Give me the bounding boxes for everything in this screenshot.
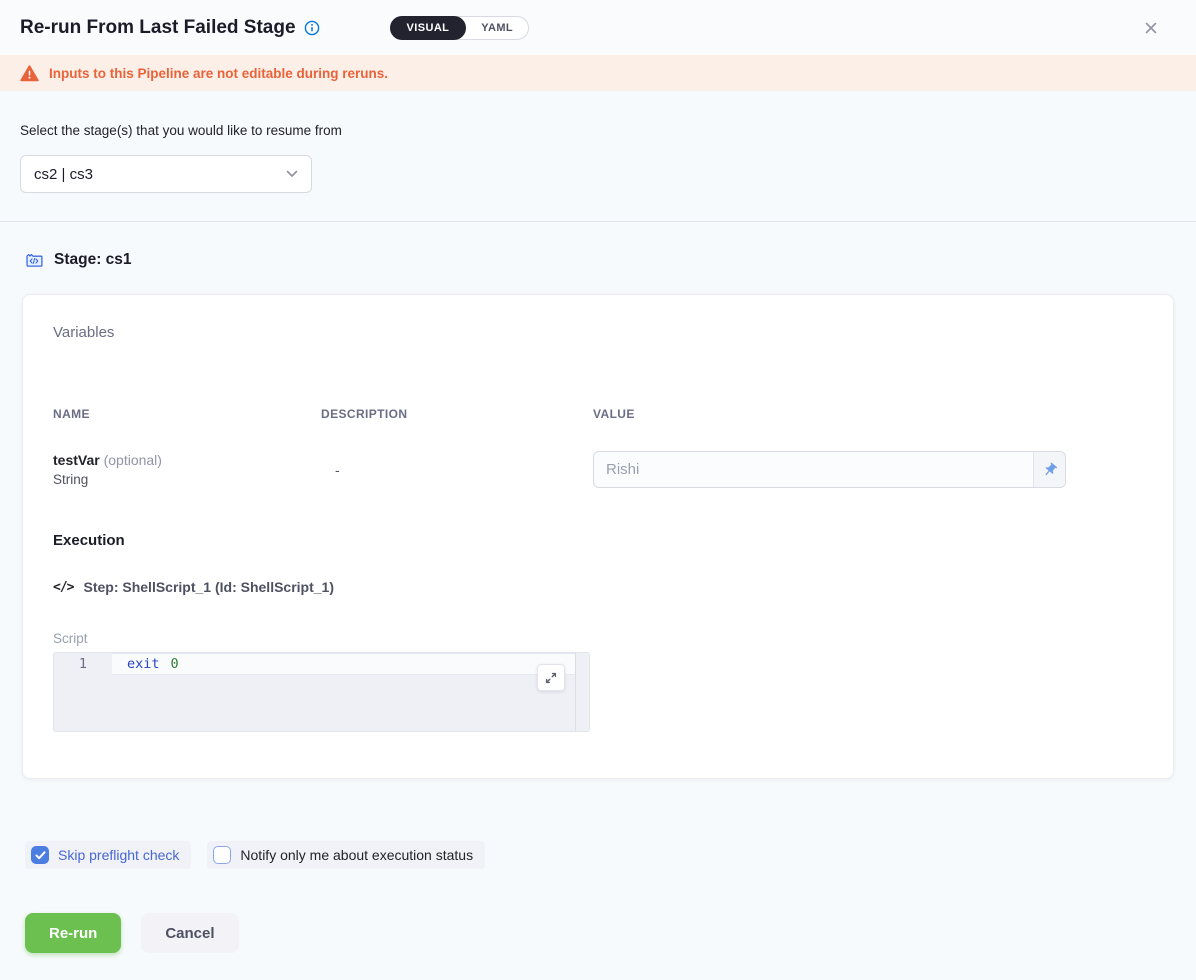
- skip-preflight-label: Skip preflight check: [58, 847, 179, 863]
- stage-card: Variables NAME DESCRIPTION VALUE testVar…: [22, 294, 1174, 779]
- line-number: 1: [54, 656, 112, 672]
- column-description: DESCRIPTION: [321, 407, 593, 421]
- notify-only-me-option[interactable]: Notify only me about execution status: [207, 841, 485, 869]
- code-text: exit 0: [112, 656, 179, 672]
- step-label: Step: ShellScript_1 (Id: ShellScript_1): [83, 579, 334, 595]
- notify-only-me-checkbox[interactable]: [213, 846, 231, 864]
- variable-type: String: [53, 472, 321, 487]
- notify-only-me-label: Notify only me about execution status: [240, 847, 473, 863]
- variable-optional-suffix: (optional): [100, 452, 162, 468]
- pin-icon[interactable]: [1033, 452, 1065, 487]
- actions-row: Re-run Cancel: [0, 913, 1196, 953]
- toggle-yaml[interactable]: YAML: [466, 17, 528, 39]
- stage-select-section: Select the stage(s) that you would like …: [0, 91, 1196, 222]
- cancel-button[interactable]: Cancel: [141, 913, 238, 953]
- code-keyword: exit: [127, 656, 160, 672]
- variable-value-field: [593, 451, 1066, 488]
- warning-banner-text: Inputs to this Pipeline are not editable…: [49, 66, 388, 81]
- skip-preflight-checkbox[interactable]: [31, 846, 49, 864]
- options-row: Skip preflight check Notify only me abou…: [0, 841, 1196, 869]
- info-icon[interactable]: [304, 20, 320, 36]
- execution-heading: Execution: [53, 532, 1143, 549]
- chevron-down-icon: [286, 170, 298, 178]
- variable-name-cell: testVar (optional) String: [53, 452, 321, 487]
- page-title: Re-run From Last Failed Stage: [20, 17, 296, 39]
- stage-select-dropdown[interactable]: cs2 | cs3: [20, 155, 312, 193]
- stage-title-row: Stage: cs1: [22, 250, 1174, 270]
- custom-stage-icon: [24, 250, 44, 270]
- toggle-visual[interactable]: VISUAL: [390, 16, 467, 40]
- rerun-button[interactable]: Re-run: [25, 913, 121, 953]
- script-label: Script: [53, 631, 1143, 646]
- variables-heading: Variables: [53, 324, 1143, 341]
- code-argument: 0: [171, 656, 179, 672]
- column-value: VALUE: [593, 407, 1143, 421]
- visual-yaml-toggle: VISUAL YAML: [390, 16, 530, 40]
- warning-triangle-icon: [20, 65, 39, 82]
- variable-description: -: [321, 462, 593, 478]
- stage-title: Stage: cs1: [54, 251, 132, 269]
- variables-table-header: NAME DESCRIPTION VALUE: [53, 407, 1143, 421]
- stage-select-value: cs2 | cs3: [34, 166, 93, 183]
- code-brackets-icon: </>: [53, 580, 73, 595]
- current-line-highlight: [112, 653, 575, 675]
- variable-name: testVar: [53, 452, 100, 468]
- script-code-editor[interactable]: 1 exit 0: [53, 652, 590, 732]
- code-line: 1 exit 0: [54, 653, 589, 675]
- column-name: NAME: [53, 407, 321, 421]
- modal-header: Re-run From Last Failed Stage VISUAL YAM…: [0, 0, 1196, 55]
- stage-section: Stage: cs1 Variables NAME DESCRIPTION VA…: [0, 222, 1196, 779]
- stage-select-label: Select the stage(s) that you would like …: [20, 123, 1176, 138]
- skip-preflight-option[interactable]: Skip preflight check: [25, 841, 191, 869]
- expand-editor-button[interactable]: [537, 664, 565, 691]
- close-icon[interactable]: [1144, 21, 1158, 35]
- variable-value-input[interactable]: [594, 452, 1033, 487]
- variable-row: testVar (optional) String -: [53, 451, 1143, 488]
- warning-banner: Inputs to this Pipeline are not editable…: [0, 55, 1196, 91]
- step-row: </> Step: ShellScript_1 (Id: ShellScript…: [53, 579, 1143, 595]
